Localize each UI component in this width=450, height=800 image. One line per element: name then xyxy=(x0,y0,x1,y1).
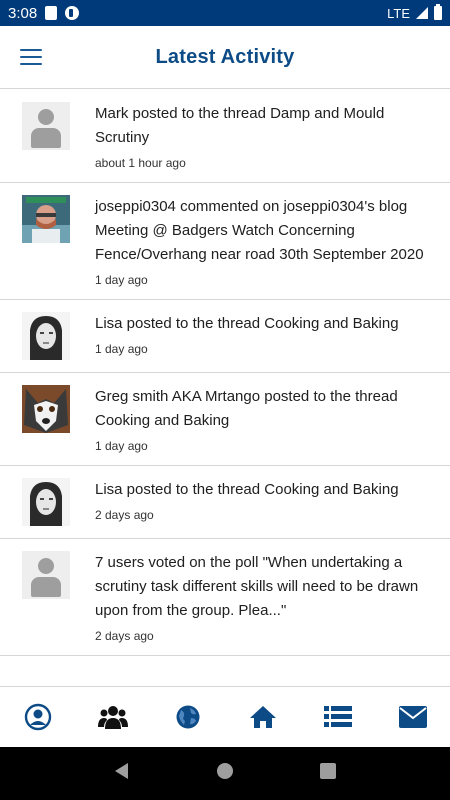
avatar-placeholder xyxy=(22,551,70,599)
status-time: 3:08 xyxy=(8,4,38,22)
network-label: LTE xyxy=(387,5,410,21)
activity-time: 1 day ago xyxy=(95,439,148,453)
activity-item[interactable]: joseppi0304 commented on joseppi0304's b… xyxy=(0,183,450,300)
activity-item[interactable]: Greg smith AKA Mrtango posted to the thr… xyxy=(0,373,450,466)
back-icon[interactable] xyxy=(113,762,131,785)
activity-text: 7 users voted on the poll "When undertak… xyxy=(95,554,419,619)
activity-time: 2 days ago xyxy=(95,629,154,643)
avatar xyxy=(22,195,70,243)
activity-feed[interactable]: Mark posted to the thread Damp and Mould… xyxy=(0,90,450,686)
groups-icon[interactable] xyxy=(97,702,128,732)
activity-text: Lisa posted to the thread Cooking and Ba… xyxy=(95,481,399,498)
home-icon[interactable] xyxy=(248,702,278,732)
status-left: 3:08 xyxy=(8,4,80,22)
activity-item[interactable]: 7 users voted on the poll "When undertak… xyxy=(0,539,450,656)
activity-item[interactable]: Mark posted to the thread Damp and Mould… xyxy=(0,90,450,183)
system-navigation-bar xyxy=(0,747,450,800)
hamburger-menu-icon[interactable] xyxy=(20,49,42,65)
list-icon[interactable] xyxy=(323,702,353,732)
activity-text: Lisa posted to the thread Cooking and Ba… xyxy=(95,315,399,332)
app-header: Latest Activity xyxy=(0,26,450,89)
recents-icon[interactable] xyxy=(319,762,337,785)
activity-time: 1 day ago xyxy=(95,273,148,287)
activity-text: Mark posted to the thread Damp and Mould… xyxy=(95,105,385,146)
avatar xyxy=(22,312,70,360)
battery-icon xyxy=(434,4,442,20)
bottom-navigation xyxy=(0,686,450,747)
activity-time: about 1 hour ago xyxy=(95,156,186,170)
sd-card-icon xyxy=(45,6,58,20)
signal-icon xyxy=(416,7,428,19)
activity-time: 2 days ago xyxy=(95,508,154,522)
avatar xyxy=(22,385,70,433)
activity-item[interactable]: Lisa posted to the thread Cooking and Ba… xyxy=(0,300,450,373)
activity-text: Greg smith AKA Mrtango posted to the thr… xyxy=(95,388,398,429)
notification-icon xyxy=(65,6,80,20)
mail-icon[interactable] xyxy=(398,702,428,732)
activity-text: joseppi0304 commented on joseppi0304's b… xyxy=(95,198,424,263)
profile-icon[interactable] xyxy=(23,702,53,732)
avatar-placeholder xyxy=(22,102,70,150)
activity-item[interactable]: Lisa posted to the thread Cooking and Ba… xyxy=(0,466,450,539)
status-right: LTE xyxy=(387,4,442,21)
page-title: Latest Activity xyxy=(155,45,295,68)
home-button-icon[interactable] xyxy=(216,762,234,785)
avatar xyxy=(22,478,70,526)
globe-icon[interactable] xyxy=(173,702,203,732)
status-bar: 3:08 LTE xyxy=(0,0,450,26)
activity-time: 1 day ago xyxy=(95,342,148,356)
